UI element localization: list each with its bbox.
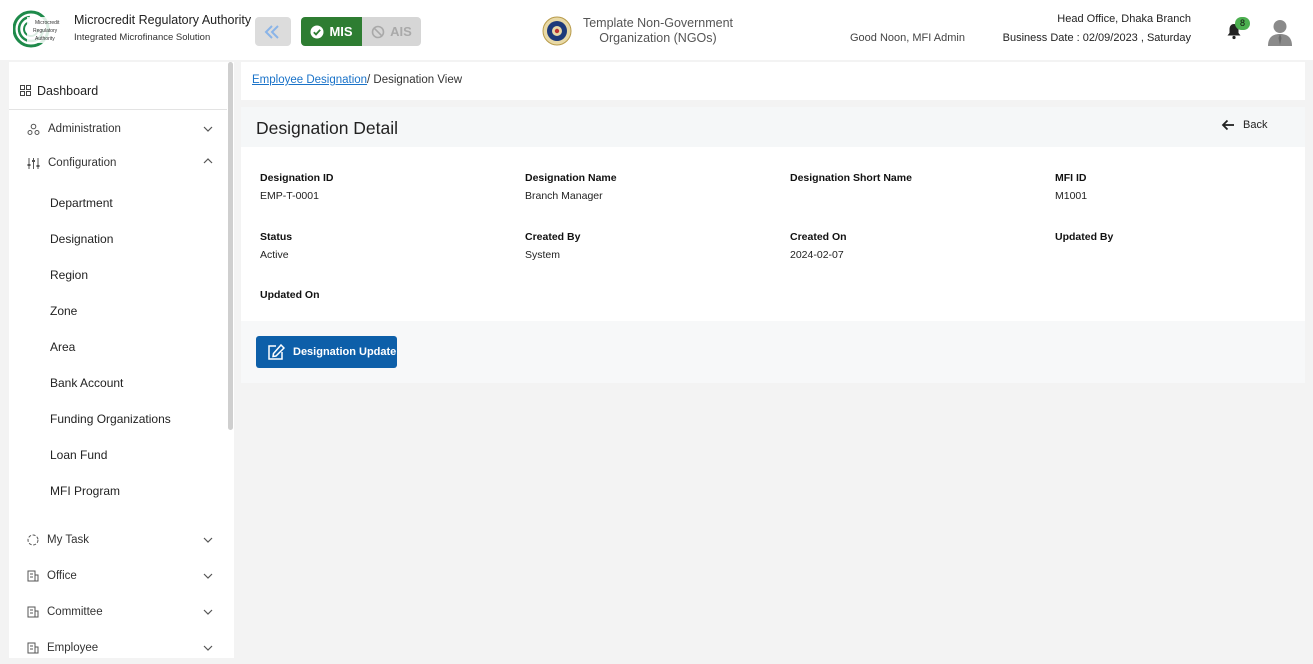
svg-text:Regulatory: Regulatory (33, 28, 58, 34)
sidebar-subitem-mfi-program[interactable]: MFI Program (50, 484, 120, 498)
office-building-icon (27, 570, 39, 582)
mis-label: MIS (329, 24, 353, 39)
breadcrumb-current-label: Designation View (373, 74, 463, 86)
sidebar-scrollbar[interactable] (228, 62, 233, 430)
sidebar-nav: Dashboard Administration Configuration D… (9, 62, 234, 658)
status-value: Active (260, 249, 289, 261)
ais-label: AIS (390, 24, 412, 39)
sidebar-subitem-funding-organizations[interactable]: Funding Organizations (50, 412, 171, 426)
sidebar-item-label: Office (47, 570, 77, 582)
business-date: Business Date : 02/09/2023 , Saturday (1002, 32, 1191, 44)
sidebar-item-my-task[interactable]: My Task (9, 526, 227, 554)
breadcrumb: Employee Designation / Designation View (241, 62, 1305, 100)
back-label: Back (1243, 119, 1268, 131)
breadcrumb-link-employee-designation[interactable]: Employee Designation (252, 74, 367, 86)
mra-logo[interactable]: Microcredit Regulatory Authority (13, 9, 69, 49)
sidebar-item-label: My Task (47, 534, 89, 546)
government-seal-icon (542, 16, 572, 46)
designation-detail-panel: Designation Detail Back Designation ID E… (241, 107, 1305, 383)
ais-toggle-button[interactable]: AIS (362, 17, 421, 46)
mfi-id-value: M1001 (1055, 190, 1088, 202)
sidebar-item-label: Administration (48, 123, 121, 135)
created-by-value: System (525, 249, 561, 261)
org-name-line-1: Template Non-Government (582, 16, 734, 30)
created-on-label: Created On (790, 231, 847, 243)
designation-update-label: Designation Update (293, 346, 397, 358)
sliders-icon (27, 157, 40, 169)
back-button[interactable]: Back (1221, 119, 1267, 131)
sidebar-subitem-region[interactable]: Region (50, 268, 88, 282)
sidebar-item-label: Dashboard (37, 83, 99, 98)
created-by-label: Created By (525, 231, 581, 243)
check-circle-icon (310, 25, 324, 38)
sidebar-item-dashboard[interactable]: Dashboard (9, 72, 227, 110)
designation-id-value: EMP-T-0001 (260, 190, 319, 202)
sidebar-item-committee[interactable]: Committee (9, 598, 227, 626)
double-chevron-left-icon (264, 24, 279, 39)
panel-header: Designation Detail Back (241, 107, 1305, 147)
designation-short-name-label: Designation Short Name (790, 172, 912, 184)
notification-count-badge: 8 (1235, 17, 1250, 30)
brand-title: Microcredit Regulatory Authority (74, 13, 252, 27)
sidebar-subitem-department[interactable]: Department (50, 196, 113, 210)
employee-building-icon (27, 642, 39, 654)
status-label: Status (260, 231, 293, 243)
admin-users-icon (27, 123, 40, 135)
designation-update-button[interactable]: Designation Update (256, 336, 397, 368)
dashboard-grid-icon (20, 85, 31, 96)
chevron-down-icon (203, 537, 213, 543)
sidebar-item-label: Committee (47, 606, 103, 618)
updated-on-label: Updated On (260, 289, 320, 301)
breadcrumb-separator: / (367, 74, 371, 86)
detail-fields: Designation ID EMP-T-0001 Designation Na… (241, 147, 1305, 321)
updated-by-label: Updated By (1055, 231, 1114, 243)
branch-name: Head Office, Dhaka Branch (1057, 13, 1191, 25)
designation-id-label: Designation ID (260, 172, 334, 184)
designation-name-label: Designation Name (525, 172, 617, 184)
page-title: Designation Detail (256, 118, 399, 138)
arrow-left-icon (1221, 119, 1234, 131)
sidebar-subitem-area[interactable]: Area (50, 340, 75, 354)
svg-text:Microcredit: Microcredit (35, 20, 60, 26)
block-icon (371, 25, 385, 38)
task-circle-icon (27, 534, 39, 546)
sidebar-subitem-loan-fund[interactable]: Loan Fund (50, 448, 107, 462)
brand-subtitle: Integrated Microfinance Solution (74, 32, 211, 43)
sidebar-subitem-bank-account[interactable]: Bank Account (50, 376, 123, 390)
sidebar-collapse-button[interactable] (255, 17, 291, 46)
svg-text:Authority: Authority (35, 36, 55, 42)
chevron-up-icon (203, 158, 213, 164)
sidebar-subitem-zone[interactable]: Zone (50, 304, 77, 318)
mfi-id-label: MFI ID (1055, 172, 1087, 184)
breadcrumb-current: / Designation View (367, 74, 462, 86)
sidebar-item-configuration[interactable]: Configuration (9, 149, 227, 177)
sidebar-item-label: Employee (47, 642, 99, 654)
sidebar-item-label: Configuration (48, 157, 117, 169)
edit-icon (268, 344, 285, 360)
organization-name: Template Non-Government Organization (NG… (575, 16, 741, 46)
designation-name-value: Branch Manager (525, 190, 603, 202)
sidebar-subitem-designation[interactable]: Designation (50, 232, 113, 246)
user-avatar-icon[interactable] (1267, 18, 1293, 46)
sidebar-item-employee[interactable]: Employee (9, 634, 227, 662)
sidebar-item-office[interactable]: Office (9, 562, 227, 590)
mis-ais-toggle: MIS AIS (301, 17, 421, 46)
chevron-down-icon (203, 645, 213, 651)
chevron-down-icon (203, 126, 213, 132)
sidebar-item-administration[interactable]: Administration (9, 115, 227, 143)
created-on-value: 2024-02-07 (790, 249, 844, 261)
user-greeting: Good Noon, MFI Admin (850, 32, 965, 44)
chevron-down-icon (203, 609, 213, 615)
chevron-down-icon (203, 573, 213, 579)
top-header: Microcredit Regulatory Authority Microcr… (0, 0, 1313, 60)
committee-building-icon (27, 606, 39, 618)
mis-toggle-button[interactable]: MIS (301, 17, 362, 46)
org-name-line-2: Organization (NGOs) (599, 31, 717, 45)
